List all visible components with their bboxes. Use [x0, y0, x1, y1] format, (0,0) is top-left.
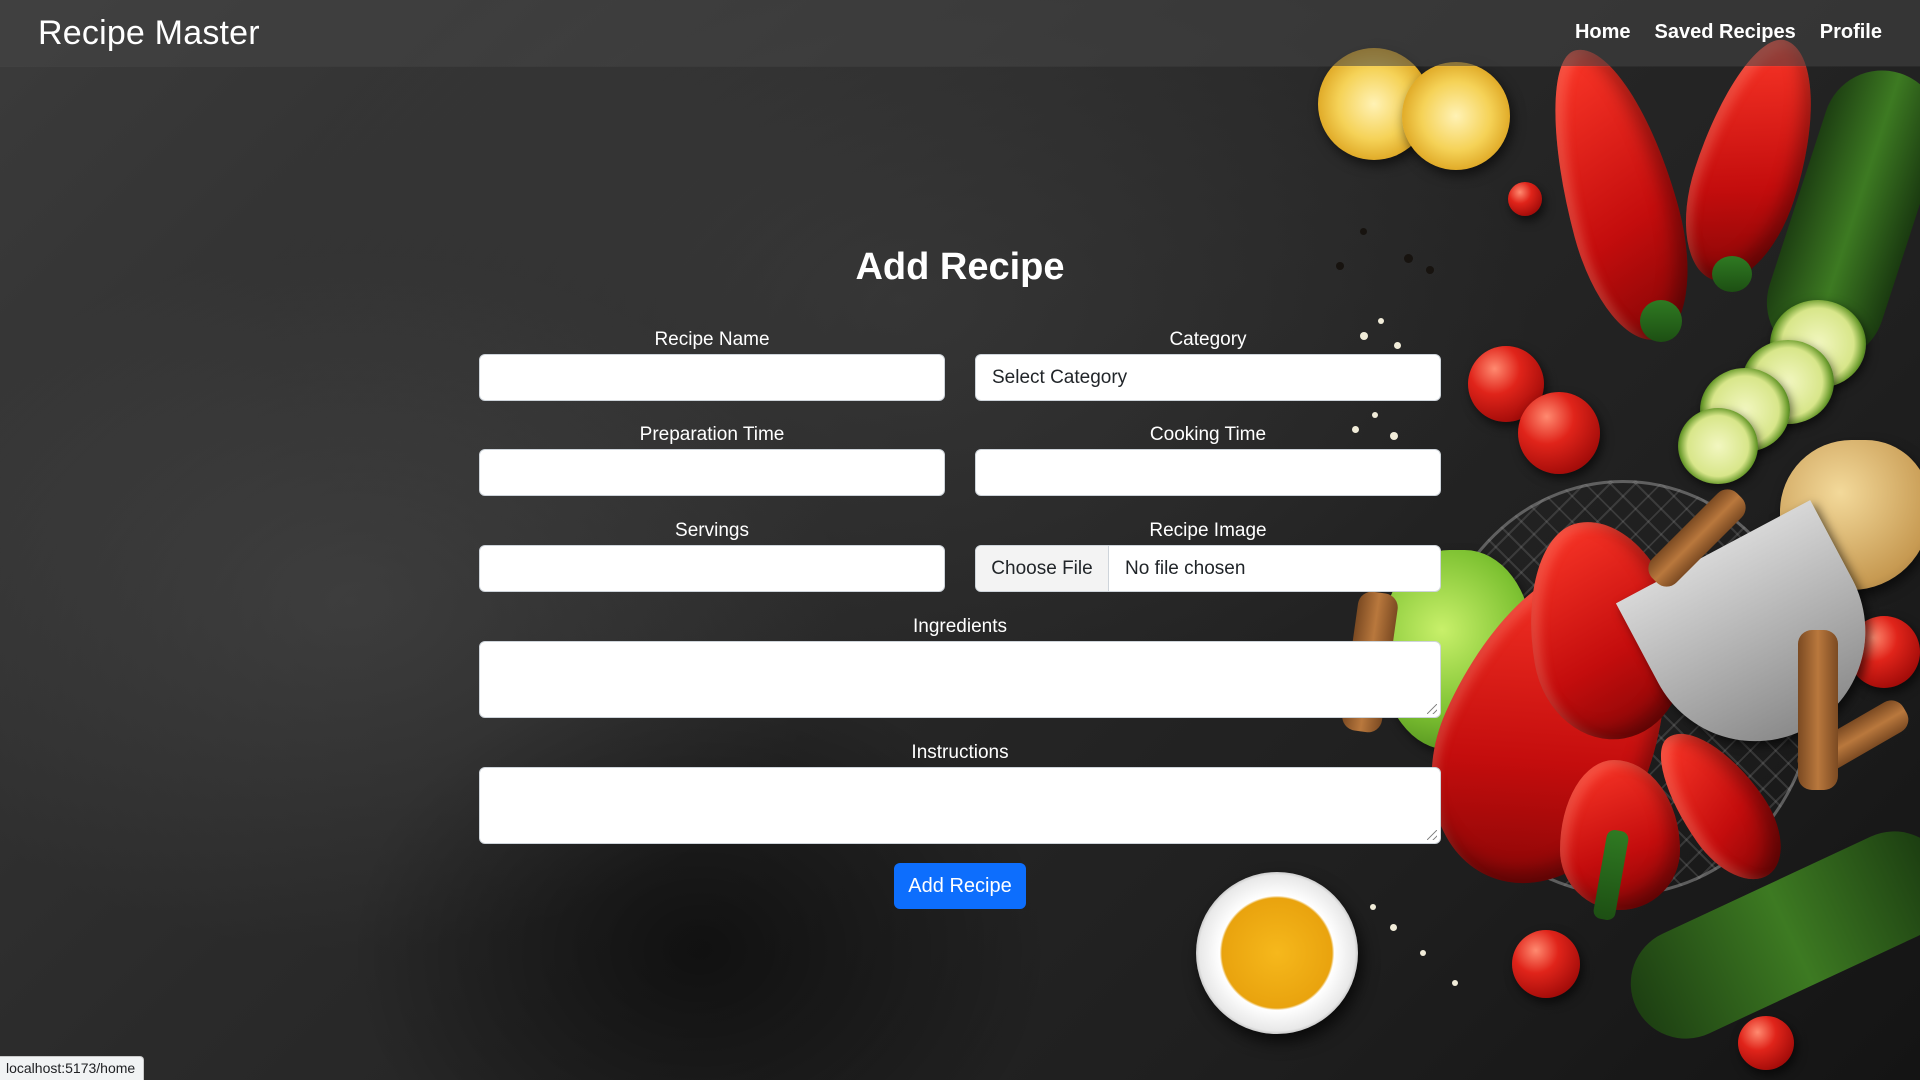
zucchini-icon — [1612, 813, 1920, 1057]
rice-grain-icon — [1370, 904, 1376, 910]
bell-pepper-icon — [1560, 760, 1680, 910]
nav-link-home[interactable]: Home — [1575, 21, 1631, 44]
cherry-tomato-icon — [1518, 392, 1600, 474]
add-recipe-button[interactable]: Add Recipe — [894, 863, 1026, 909]
resize-handle-icon[interactable] — [1427, 830, 1437, 840]
nav-links: Home Saved Recipes Profile — [1575, 21, 1882, 44]
pepper-stem-icon — [1640, 300, 1682, 342]
cooking-time-input[interactable] — [975, 449, 1441, 496]
radish-icon — [1738, 1016, 1794, 1070]
brand-logo[interactable]: Recipe Master — [38, 14, 260, 53]
corn-slice-icon — [1402, 62, 1510, 170]
spatula-handle-icon — [1798, 630, 1838, 790]
recipe-image-label: Recipe Image — [1149, 520, 1267, 541]
servings-label: Servings — [675, 520, 749, 541]
radish-icon — [1508, 182, 1542, 216]
status-bar-url: localhost:5173/home — [0, 1056, 145, 1080]
cherry-tomato-icon — [1468, 346, 1544, 422]
nav-link-profile[interactable]: Profile — [1820, 21, 1882, 44]
chili-pepper-icon — [1638, 712, 1802, 898]
category-select[interactable]: Select Category — [975, 354, 1441, 401]
page: Recipe Master Home Saved Recipes Profile… — [0, 0, 1920, 1080]
recipe-image-file-input[interactable]: Choose File No file chosen — [975, 545, 1441, 592]
cherry-tomato-icon — [1512, 930, 1580, 998]
olive-oil-bowl-icon — [1196, 872, 1358, 1034]
resize-handle-icon[interactable] — [1427, 704, 1437, 714]
knife-handle-icon — [1792, 695, 1914, 785]
rice-grain-icon — [1378, 318, 1384, 324]
background-food-art — [0, 0, 1920, 1080]
cooking-time-label: Cooking Time — [1149, 424, 1267, 445]
bell-pepper-icon — [1391, 531, 1719, 919]
zucchini-slice-icon — [1770, 300, 1866, 388]
instructions-label: Instructions — [911, 742, 1009, 763]
recipe-name-label: Recipe Name — [654, 329, 770, 350]
rice-grain-icon — [1372, 412, 1378, 418]
file-status-text: No file chosen — [1125, 558, 1246, 579]
ingredients-textarea[interactable] — [479, 641, 1441, 718]
preparation-time-input[interactable] — [479, 449, 945, 496]
instructions-textarea[interactable] — [479, 767, 1441, 844]
peppercorn-icon — [1360, 228, 1367, 235]
zucchini-slice-icon — [1700, 368, 1790, 452]
zucchini-slice-icon — [1742, 340, 1834, 424]
rice-grain-icon — [1452, 980, 1458, 986]
navbar: Recipe Master Home Saved Recipes Profile — [0, 0, 1920, 66]
nav-link-saved-recipes[interactable]: Saved Recipes — [1655, 21, 1796, 44]
rice-grain-icon — [1390, 924, 1397, 931]
radish-icon — [1848, 616, 1920, 688]
pepper-stem-icon — [1592, 828, 1630, 922]
ingredients-label: Ingredients — [912, 616, 1007, 637]
potato-icon — [1780, 440, 1920, 590]
chili-pepper-icon — [1528, 35, 1710, 353]
rice-grain-icon — [1420, 950, 1426, 956]
recipe-name-input[interactable] — [479, 354, 945, 401]
preparation-time-label: Preparation Time — [639, 424, 785, 445]
choose-file-button[interactable]: Choose File — [976, 546, 1109, 591]
mezzaluna-knife-icon — [1615, 500, 1905, 780]
servings-input[interactable] — [479, 545, 945, 592]
page-title: Add Recipe — [855, 246, 1065, 288]
zucchini-slice-icon — [1678, 408, 1758, 484]
wire-basket-icon — [1430, 480, 1816, 896]
category-label: Category — [1169, 329, 1247, 350]
category-selected-value: Select Category — [992, 367, 1128, 388]
knife-handle-icon — [1642, 483, 1752, 593]
bell-pepper-icon — [1512, 508, 1698, 752]
zucchini-icon — [1751, 55, 1920, 377]
